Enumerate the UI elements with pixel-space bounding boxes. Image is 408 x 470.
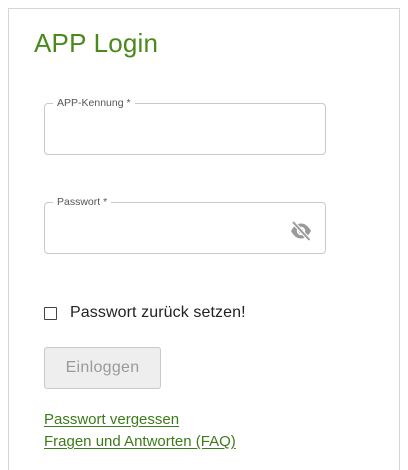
password-input[interactable] [57, 219, 281, 241]
app-id-input[interactable] [57, 120, 313, 142]
app-id-field[interactable]: APP-Kennung * [44, 97, 326, 155]
page-title: APP Login [34, 28, 159, 58]
eye-off-icon[interactable] [289, 220, 313, 242]
app-id-label: APP-Kennung * [53, 97, 135, 110]
reset-password-checkbox[interactable] [44, 306, 57, 320]
reset-password-option[interactable]: Passwort zurück setzen! [44, 302, 246, 324]
forgot-password-link[interactable]: Passwort vergessen [44, 411, 179, 429]
faq-link[interactable]: Fragen und Antworten (FAQ) [44, 433, 236, 451]
password-label: Passwort * [53, 196, 112, 209]
password-field[interactable]: Passwort * [44, 196, 326, 254]
login-button[interactable]: Einloggen [44, 347, 161, 389]
reset-password-label[interactable]: Passwort zurück setzen! [70, 304, 246, 322]
